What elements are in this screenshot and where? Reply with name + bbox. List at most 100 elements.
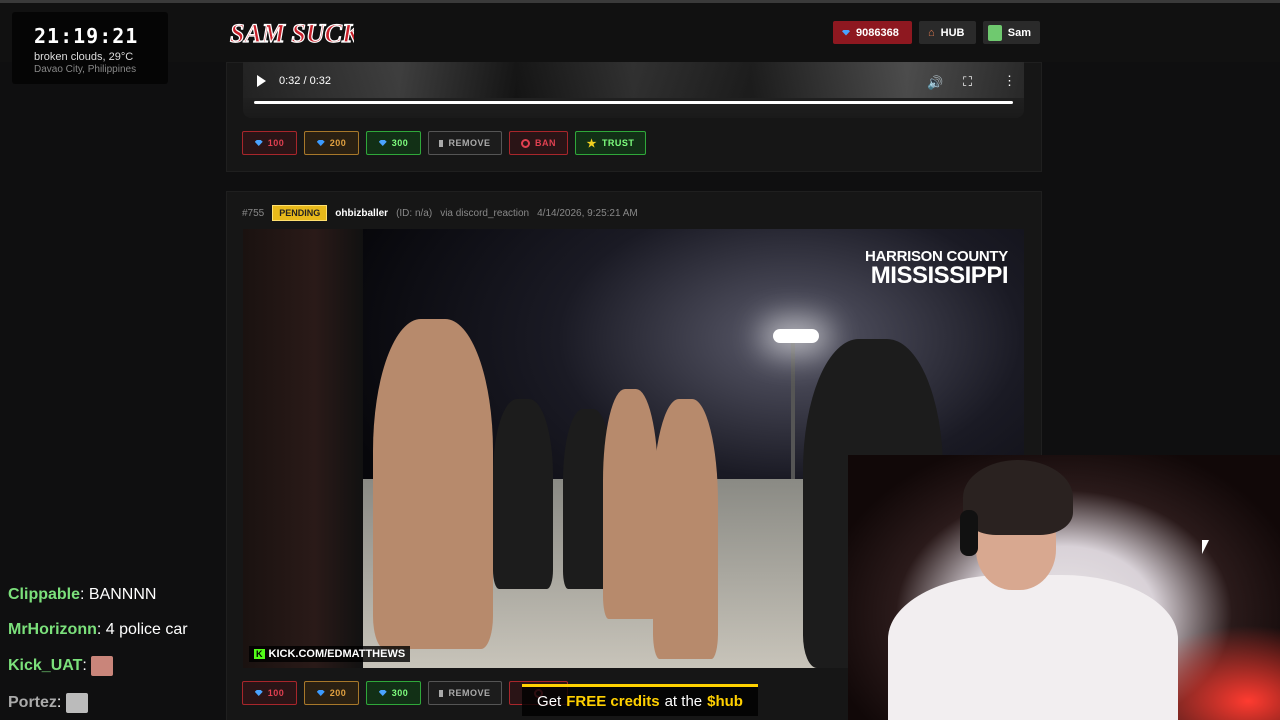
chat-message: Clippable: BANNNN — [8, 586, 156, 604]
chat-separator: : — [80, 586, 89, 603]
location-text: Davao City, Philippines — [34, 64, 137, 75]
status-badge: PENDING — [272, 205, 328, 221]
diamond-icon — [254, 690, 263, 696]
volume-icon[interactable]: 🔊 — [927, 75, 943, 91]
video-watermark: K KICK.COM/EDMATTHEWS — [249, 646, 411, 662]
remove-label: REMOVE — [448, 138, 491, 148]
video-person — [603, 389, 658, 619]
diamond-icon — [378, 140, 387, 146]
chat-text: 4 police car — [105, 621, 188, 638]
diamond-icon — [316, 140, 325, 146]
street-lamp — [773, 329, 819, 343]
diamond-icon — [254, 140, 263, 146]
trash-icon — [439, 139, 444, 147]
chat-text: BANNNN — [88, 586, 157, 603]
fullscreen-icon[interactable]: ⛶ — [963, 74, 972, 90]
award-300-button[interactable]: 300 — [366, 131, 421, 155]
webcam-shirt — [888, 575, 1178, 720]
video-caption: HARRISON COUNTY MISSISSIPPI — [865, 249, 1009, 289]
site-header — [0, 0, 1280, 62]
banner-text-1: Get — [537, 693, 562, 710]
site-logo[interactable]: SAM SUCKS — [228, 12, 354, 54]
ban-button[interactable]: BAN — [509, 131, 568, 155]
stream-screen: SAM SUCKS 9086368 ⌂ HUB Sam 0:32 / 0:32 … — [0, 0, 1280, 720]
headset — [960, 510, 978, 556]
chat-username: Clippable — [8, 586, 81, 603]
award-300-button[interactable]: 300 — [366, 681, 421, 705]
clock-time: 21:19:21 — [34, 24, 139, 48]
award-100-button[interactable]: 100 — [242, 131, 297, 155]
emote-icon — [65, 693, 88, 713]
promo-banner: Get FREE credits at the $hub — [522, 684, 758, 716]
video-person — [373, 319, 493, 649]
award-100-label: 100 — [267, 138, 285, 148]
chat-message: Portez: — [8, 693, 88, 713]
chat-username: MrHorizonn — [8, 621, 97, 638]
webcam-hair — [963, 460, 1073, 535]
light-pole — [791, 339, 795, 479]
chat-username: Portez — [8, 694, 57, 712]
banner-highlight: FREE credits — [566, 693, 660, 710]
watermark-text: KICK.COM/EDMATTHEWS — [268, 648, 406, 660]
submission-source: via discord_reaction — [440, 207, 530, 219]
chat-username: Kick_UAT — [8, 657, 83, 675]
hub-button[interactable]: ⌂ HUB — [919, 21, 976, 44]
award-300-label: 300 — [391, 688, 409, 698]
award-200-label: 200 — [329, 688, 347, 698]
chat-separator: : — [96, 621, 106, 638]
remove-button[interactable]: REMOVE — [428, 681, 502, 705]
caption-line-2: MISSISSIPPI — [870, 262, 1009, 289]
submission-meta: #755 PENDING ohbizballer (ID: n/a) via d… — [242, 205, 638, 221]
video-player-previous[interactable]: 0:32 / 0:32 🔊 ⛶ ⋮ — [243, 62, 1024, 118]
video-person — [653, 399, 718, 659]
award-100-label: 100 — [267, 688, 285, 698]
submitter-name[interactable]: ohbizballer — [335, 208, 388, 219]
user-menu-button[interactable]: Sam — [983, 21, 1040, 44]
more-options-icon[interactable]: ⋮ — [1003, 73, 1016, 89]
remove-label: REMOVE — [448, 688, 491, 698]
diamond-icon — [378, 690, 387, 696]
banner-text-2: at the — [664, 693, 703, 710]
remove-button[interactable]: REMOVE — [428, 131, 502, 155]
trash-icon — [439, 689, 444, 697]
award-200-button[interactable]: 200 — [304, 131, 359, 155]
trust-button[interactable]: ★ TRUST — [575, 131, 646, 155]
ban-label: BAN — [535, 138, 556, 148]
credits-badge[interactable]: 9086368 — [833, 21, 912, 44]
award-200-button[interactable]: 200 — [304, 681, 359, 705]
webcam-overlay — [848, 455, 1280, 720]
award-200-label: 200 — [329, 138, 347, 148]
submission-number: #755 — [242, 207, 265, 219]
submission-timestamp: 4/14/2026, 9:25:21 AM — [537, 207, 638, 219]
chat-separator: : — [56, 694, 66, 712]
submitter-id: (ID: n/a) — [396, 207, 433, 219]
logo-text: SAM SUCKS — [230, 19, 354, 48]
ban-icon — [521, 138, 530, 148]
avatar — [988, 24, 1002, 41]
play-icon[interactable] — [257, 75, 266, 87]
hub-label: HUB — [940, 26, 965, 39]
video-frame — [243, 62, 1024, 98]
award-300-label: 300 — [391, 138, 409, 148]
chat-message: Kick_UAT: — [8, 656, 114, 676]
weather-text: broken clouds, 29°C — [34, 51, 134, 63]
diamond-icon — [842, 29, 850, 36]
diamond-icon — [316, 690, 325, 696]
action-bar-previous: 100 200 300 REMOVE BAN ★ TRUST — [242, 131, 646, 155]
banner-hub: $hub — [707, 693, 743, 710]
award-100-button[interactable]: 100 — [242, 681, 297, 705]
video-bus — [243, 229, 363, 668]
chat-separator: : — [82, 657, 92, 675]
chat-message: MrHorizonn: 4 police car — [8, 621, 188, 639]
home-icon: ⌂ — [928, 26, 935, 39]
video-person — [493, 399, 553, 589]
clock-overlay: 21:19:21 broken clouds, 29°C Davao City,… — [12, 12, 168, 84]
star-icon: ★ — [586, 137, 597, 150]
emote-icon — [91, 656, 114, 676]
mouse-cursor-icon — [1202, 540, 1209, 554]
credits-value: 9086368 — [856, 26, 899, 39]
video-progress-bar[interactable] — [254, 101, 1013, 104]
user-name: Sam — [1007, 26, 1031, 39]
trust-label: TRUST — [601, 138, 635, 148]
kick-logo-icon: K — [254, 649, 265, 659]
